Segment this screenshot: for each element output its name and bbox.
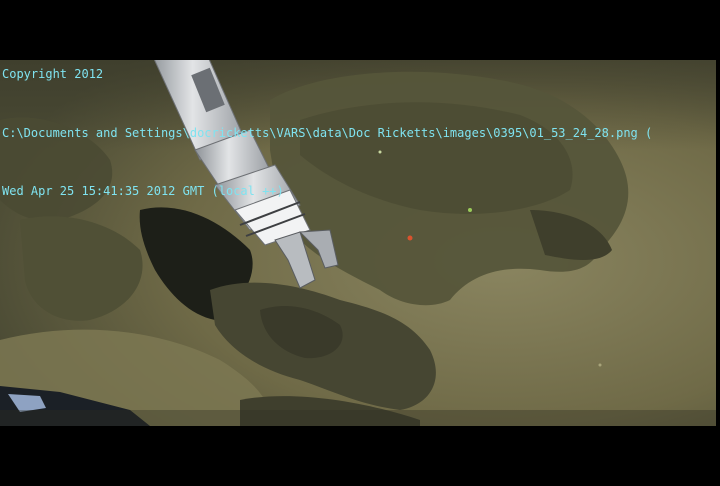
file-path-text: C:\Documents and Settings\docricketts\VA… (2, 125, 653, 140)
copyright-text: Copyright 2012 (2, 67, 104, 81)
image-frame: Copyright 2012 C:\Documents and Settings… (0, 0, 720, 486)
timestamp-text: Wed Apr 25 15:41:35 2012 GMT (local ++) (2, 184, 284, 198)
vars-annotation-overlay: Copyright 2012 C:\Documents and Settings… (2, 26, 718, 241)
